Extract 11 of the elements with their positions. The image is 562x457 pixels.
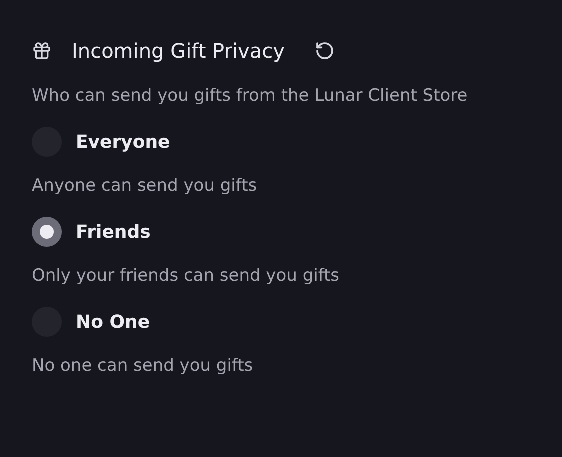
section-description: Who can send you gifts from the Lunar Client Store xyxy=(32,86,469,106)
section-title: Incoming Gift Privacy xyxy=(72,39,285,63)
option-label: No One xyxy=(76,312,150,332)
option-label: Friends xyxy=(76,222,151,242)
option-description: Only your friends can send you gifts xyxy=(32,266,341,286)
option-description: No one can send you gifts xyxy=(32,356,254,376)
option-description: Anyone can send you gifts xyxy=(32,176,258,196)
gift-icon xyxy=(32,41,52,61)
option-label: Everyone xyxy=(76,132,170,152)
reset-icon[interactable] xyxy=(314,41,335,61)
radio-button[interactable] xyxy=(32,217,62,247)
